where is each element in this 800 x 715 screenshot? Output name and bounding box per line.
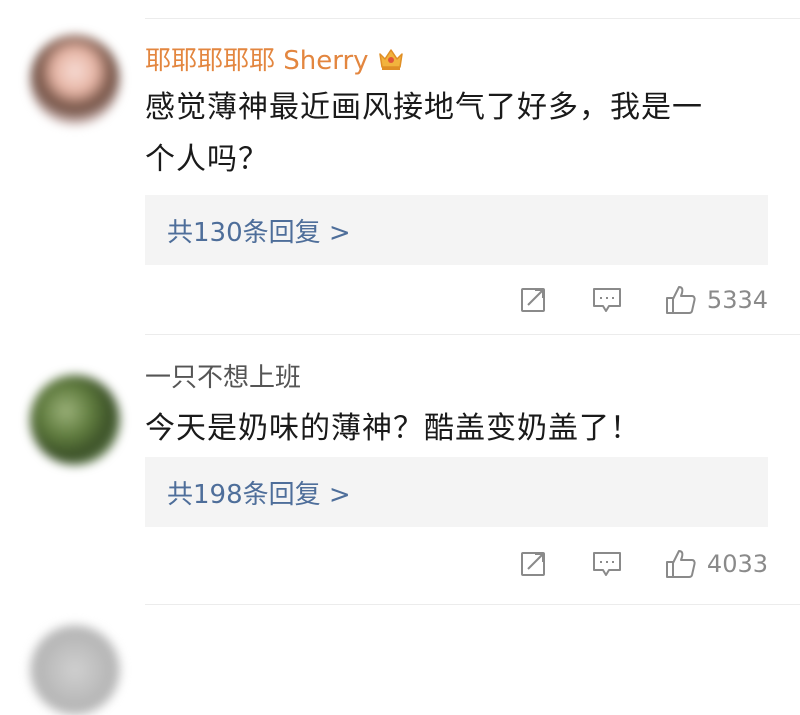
like-button[interactable]: 5334 bbox=[665, 284, 768, 316]
like-button[interactable]: 4033 bbox=[665, 548, 768, 580]
crown-icon bbox=[377, 45, 405, 73]
forward-icon[interactable] bbox=[519, 286, 549, 314]
comment-text: 感觉薄神最近画风接地气了好多，我是一个人吗？ bbox=[145, 90, 703, 177]
comment-icon[interactable] bbox=[591, 286, 623, 314]
forward-button[interactable] bbox=[519, 286, 549, 314]
comment-button[interactable] bbox=[591, 286, 623, 314]
like-count: 5334 bbox=[706, 286, 768, 314]
username-text[interactable]: 耶耶耶耶耶 Sherry bbox=[145, 40, 369, 77]
replies-link[interactable]: 共130条回复 > bbox=[145, 195, 768, 265]
replies-label[interactable]: 共198条回复 > bbox=[167, 474, 351, 511]
comment-item: 一只不想上班 今天是奶味的薄神？酷盖变奶盖了！ 共198条回复 > 4033 bbox=[0, 335, 800, 605]
username[interactable]: 耶耶耶耶耶 Sherry bbox=[145, 40, 405, 77]
comment-icon[interactable] bbox=[591, 550, 623, 578]
thumbs-up-icon[interactable] bbox=[665, 284, 697, 316]
thumbs-up-icon[interactable] bbox=[665, 548, 697, 580]
like-count: 4033 bbox=[706, 550, 768, 578]
replies-link[interactable]: 共198条回复 > bbox=[145, 457, 768, 527]
forward-button[interactable] bbox=[519, 550, 549, 578]
avatar[interactable] bbox=[30, 375, 120, 465]
replies-label[interactable]: 共130条回复 > bbox=[167, 212, 351, 249]
comment-text: 今天是奶味的薄神？酷盖变奶盖了！ bbox=[145, 411, 641, 446]
comment-actions: 5334 bbox=[519, 280, 768, 320]
comment-button[interactable] bbox=[591, 550, 623, 578]
avatar[interactable] bbox=[30, 625, 120, 715]
username[interactable]: 一只不想上班 bbox=[145, 357, 301, 394]
avatar[interactable] bbox=[30, 35, 120, 125]
comment-item-partial bbox=[0, 605, 800, 715]
username-text[interactable]: 一只不想上班 bbox=[145, 357, 301, 394]
forward-icon[interactable] bbox=[519, 550, 549, 578]
comment-item: 耶耶耶耶耶 Sherry 感觉薄神最近画风接地气了好多，我是一个人吗？ 共130… bbox=[0, 0, 800, 335]
comment-actions: 4033 bbox=[519, 544, 768, 584]
